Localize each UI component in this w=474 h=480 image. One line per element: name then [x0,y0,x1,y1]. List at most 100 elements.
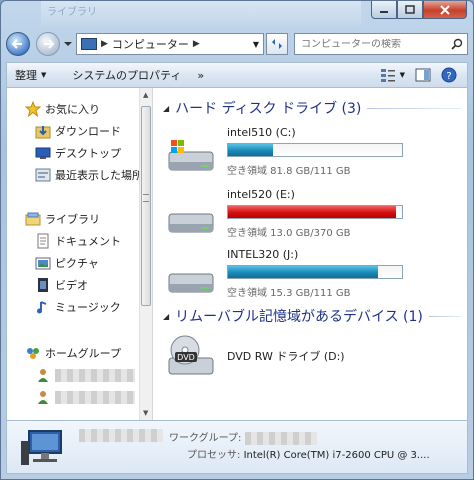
caption-buttons [371,1,467,19]
processor-row: プロセッサ: Intel(R) Core(TM) i7-2600 CPU @ 3… [187,446,430,461]
nav-downloads[interactable]: ダウンロード [35,122,121,140]
scrollbar-thumb[interactable] [141,106,151,306]
homegroup-user-1[interactable] [35,366,135,384]
drive-list: ◢ ハード ディスク ドライブ (3) intel510 (C:) 空き領域 8… [153,88,467,420]
nav-documents-label: ドキュメント [55,235,121,248]
search-box[interactable] [294,33,468,55]
music-note-icon [35,299,51,315]
scroll-down-icon[interactable]: ▼ [143,409,148,417]
nav-pictures[interactable]: ピクチャ [35,254,99,272]
user-icon [35,367,51,383]
change-view-button[interactable]: ▼ [380,68,405,82]
nav-recent-places[interactable]: 最近表示した場所 [35,166,139,184]
breadcrumb-separator-icon[interactable]: ▶ [193,39,200,49]
redacted-user-name [55,390,135,404]
dvd-drive-name: DVD RW ドライブ (D:) [227,350,345,363]
nav-desktop[interactable]: デスクトップ [35,144,121,162]
collapse-triangle-icon[interactable]: ◢ [163,312,169,321]
system-properties-button[interactable]: システムのプロパティ [64,67,189,83]
videos-icon [35,277,51,293]
dvd-drive-item[interactable]: DVD DVD RW ドライブ (D:) [165,332,405,390]
breadcrumb-separator-icon[interactable]: ▶ [101,39,108,49]
view-dropdown-icon: ▼ [399,71,405,79]
nav-favorites-label: お気に入り [45,103,100,116]
search-input[interactable] [301,38,431,50]
processor-value: Intel(R) Core(TM) i7-2600 CPU @ 3.... [243,450,430,461]
close-button[interactable] [423,1,467,19]
chevron-down-icon: ▼ [41,71,47,79]
scroll-up-icon[interactable]: ▲ [143,91,148,99]
group-hdd-label: ハード ディスク ドライブ (3) [175,101,362,117]
nav-desktop-label: デスクトップ [55,147,121,160]
group-divider [367,107,461,109]
nav-documents[interactable]: ドキュメント [35,232,121,250]
group-removable-label: リムーバブル記憶域があるデバイス (1) [175,309,423,325]
breadcrumb-computer[interactable]: コンピューター [112,36,189,52]
drive-name: intel510 (C:) [227,126,296,139]
recent-places-icon [35,167,51,183]
nav-videos[interactable]: ビデオ [35,276,88,294]
nav-music[interactable]: ミュージック [35,298,121,316]
drive-item[interactable]: intel520 (E:) 空き領域 13.0 GB/370 GB [165,188,405,246]
navigation-scrollbar[interactable]: ▲ ▼ [139,88,153,420]
nav-libraries[interactable]: ライブラリ [25,210,100,228]
refresh-button[interactable] [266,33,288,55]
scrollbar-grip [143,194,149,202]
navigation-pane: お気に入り ダウンロード デスクトップ 最近表示した場所 ライブラリ ドキュメン… [7,88,139,420]
forward-button[interactable] [36,32,60,56]
organize-button[interactable]: 整理 ▼ [7,67,54,83]
hard-drive-icon [168,273,214,293]
recent-pages-dropdown-icon[interactable] [64,40,72,48]
maximize-icon [405,5,415,14]
maximize-button[interactable] [397,1,423,19]
forward-arrow-icon [44,39,55,49]
background-window-title: ライブラリ [41,1,361,27]
more-commands-label: » [197,68,205,82]
nav-favorites[interactable]: お気に入り [25,100,100,118]
drive-item[interactable]: intel510 (C:) 空き領域 81.8 GB/111 GB [165,126,405,184]
minimize-button[interactable] [371,1,397,19]
svg-text:?: ? [446,71,451,82]
drive-name: INTEL320 (J:) [227,248,299,261]
pictures-icon [35,255,51,271]
drive-usage-fill [228,266,378,278]
redacted-user-name [55,368,135,382]
group-hard-disk-drives[interactable]: ◢ ハード ディスク ドライブ (3) [163,98,461,118]
drive-usage-bar [227,205,403,219]
star-icon [25,101,41,117]
drive-free-space: 空き領域 81.8 GB/111 GB [227,166,351,177]
navigation-bar: ▶ コンピューター ▶ ▼ [6,30,468,58]
back-button[interactable] [6,32,30,56]
system-hard-drive-icon [168,140,214,171]
minimize-icon [380,10,388,13]
computer-large-icon [21,430,62,465]
dvd-drive-icon: DVD [168,335,214,375]
drive-usage-fill [228,144,274,156]
nav-pictures-label: ピクチャ [55,257,99,270]
drive-name: intel520 (E:) [227,188,295,201]
drive-free-space: 空き領域 15.3 GB/111 GB [227,288,351,299]
redacted-workgroup [244,431,317,445]
homegroup-user-2[interactable] [35,388,135,406]
hard-drive-icon [168,213,214,233]
collapse-triangle-icon[interactable]: ◢ [163,104,169,113]
address-bar[interactable]: ▶ コンピューター ▶ ▼ [76,33,264,55]
svg-text:DVD: DVD [177,353,195,362]
search-icon[interactable] [451,38,463,50]
library-icon [25,211,41,227]
drive-item[interactable]: INTEL320 (J:) 空き領域 15.3 GB/111 GB [165,248,405,306]
more-commands-button[interactable]: » [189,69,212,82]
group-removable-devices[interactable]: ◢ リムーバブル記憶域があるデバイス (1) [163,306,461,326]
drive-usage-bar [227,265,403,279]
drive-free-space: 空き領域 13.0 GB/370 GB [227,228,351,239]
preview-pane-icon[interactable] [415,68,431,82]
computer-icon [81,38,97,50]
nav-libraries-label: ライブラリ [45,213,100,226]
help-icon[interactable]: ? [441,67,457,83]
system-properties-label: システムのプロパティ [72,69,182,82]
desktop-icon [35,145,51,161]
workgroup-label: ワークグループ: [169,433,242,444]
address-dropdown-icon[interactable]: ▼ [253,40,259,49]
nav-homegroup[interactable]: ホームグループ [25,344,121,362]
workgroup-row: ワークグループ: [169,429,317,445]
